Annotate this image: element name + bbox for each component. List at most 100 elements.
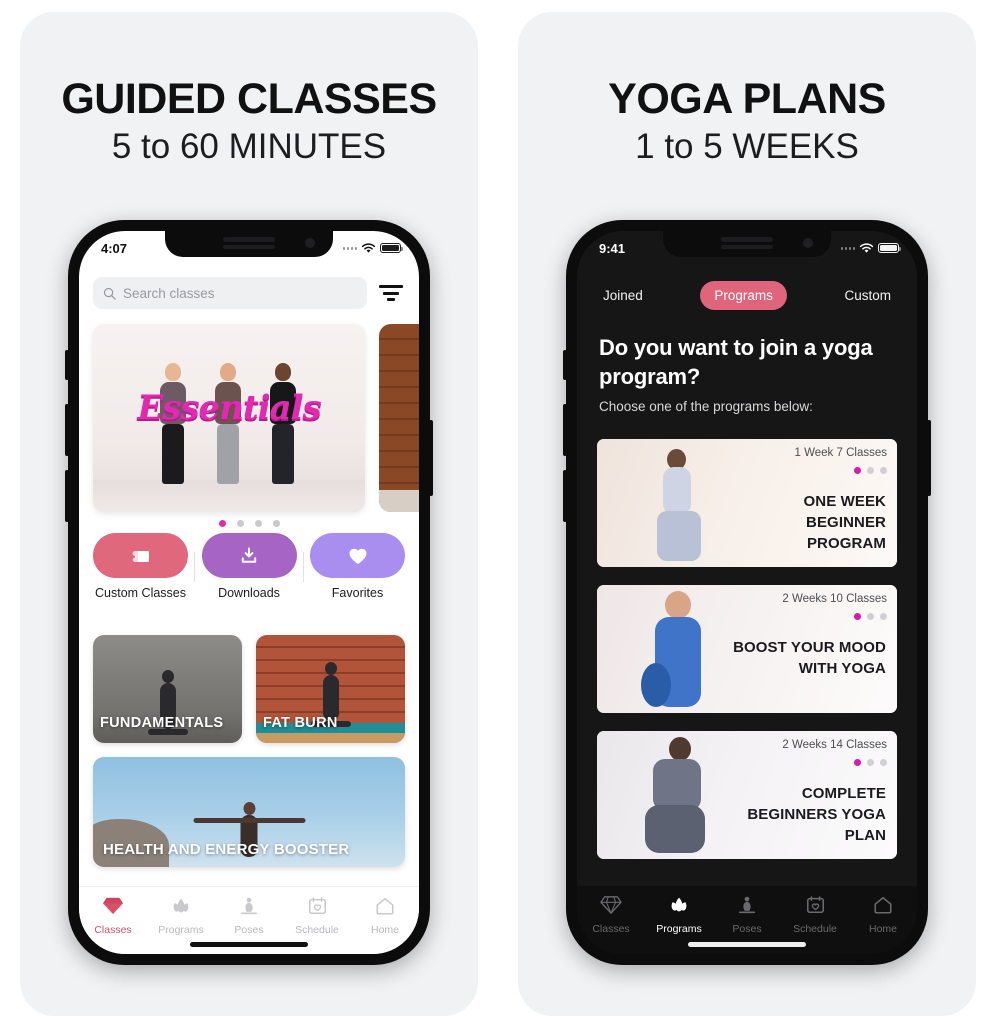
tab-classes[interactable]: Classes <box>79 896 147 936</box>
segment-custom[interactable]: Custom <box>830 281 905 310</box>
download-icon <box>241 547 257 563</box>
segment-programs[interactable]: Programs <box>700 281 787 310</box>
carousel-slide-next-peek[interactable] <box>379 324 419 512</box>
featured-carousel[interactable]: Essentials <box>79 324 419 527</box>
page-dot[interactable] <box>254 520 262 527</box>
program-meta: 2 Weeks 14 Classes <box>782 739 887 751</box>
tab-classes[interactable]: Classes <box>577 895 645 935</box>
tile-caption: FAT BURN <box>263 715 338 731</box>
meditate-icon <box>738 896 756 914</box>
tab-label: Programs <box>656 923 702 935</box>
tab-poses[interactable]: Poses <box>215 896 283 936</box>
status-indicators <box>840 242 901 254</box>
program-card[interactable]: 1 Week 7 Classes ONE WEEK BEGINNER PROGR… <box>597 439 897 567</box>
diamond-icon <box>103 897 123 915</box>
left-tab-bar: Classes Programs Poses Schedule Home <box>79 886 419 954</box>
level-dot <box>880 467 887 474</box>
tile-floor <box>256 733 405 743</box>
custom-classes-button[interactable] <box>93 533 188 578</box>
home-icon <box>874 896 892 914</box>
program-card[interactable]: 2 Weeks 10 Classes BOOST YOUR MOOD WITH … <box>597 585 897 713</box>
earpiece-speaker-line <box>223 245 275 249</box>
tab-home[interactable]: Home <box>351 896 419 936</box>
cellular-signal-icon <box>840 246 855 250</box>
search-placeholder: Search classes <box>123 285 215 301</box>
program-level-dots <box>854 759 887 766</box>
tab-label: Poses <box>234 924 264 936</box>
segment-joined[interactable]: Joined <box>589 281 657 310</box>
level-dot <box>867 759 874 766</box>
page-dot[interactable] <box>218 520 226 527</box>
tab-label: Home <box>868 923 897 935</box>
carousel-page-dots[interactable] <box>79 520 419 527</box>
earpiece-speaker-line <box>721 245 773 249</box>
photo-figure <box>639 585 725 713</box>
carousel-slide-essentials[interactable]: Essentials <box>93 324 365 512</box>
photo-figure <box>639 731 725 859</box>
quick-action-label: Favorites <box>331 586 384 600</box>
class-tile-fat-burn[interactable]: FAT BURN <box>256 635 405 743</box>
class-tile-fundamentals[interactable]: FUNDAMENTALS <box>93 635 242 743</box>
phone-notch <box>165 231 333 257</box>
quick-action-favorites[interactable]: Favorites <box>310 533 405 600</box>
level-dot <box>880 613 887 620</box>
quick-action-downloads[interactable]: Downloads <box>201 533 297 600</box>
level-dot <box>880 759 887 766</box>
quick-action-label: Custom Classes <box>95 586 186 600</box>
tab-label: Classes <box>592 923 630 935</box>
tab-home[interactable]: Home <box>849 895 917 935</box>
left-promo-panel: GUIDED CLASSES 5 to 60 MINUTES 4:07 Sear… <box>20 12 478 1016</box>
lotus-icon <box>173 898 189 913</box>
program-card[interactable]: 2 Weeks 14 Classes COMPLETE BEGINNERS YO… <box>597 731 897 859</box>
quick-actions-row: Custom Classes Downloads Favorites <box>93 533 405 600</box>
segmented-control: Joined Programs Custom <box>589 281 905 310</box>
favorites-button[interactable] <box>310 533 405 578</box>
right-promo-panel: YOGA PLANS 1 to 5 WEEKS 9:41 Joined Prog… <box>518 12 976 1016</box>
tab-schedule[interactable]: Schedule <box>781 895 849 935</box>
level-dot <box>867 613 874 620</box>
divider <box>194 551 196 582</box>
left-headline-line1: GUIDED CLASSES <box>61 75 437 123</box>
filter-icon[interactable] <box>377 285 405 301</box>
mat-icon <box>132 550 149 562</box>
heart-icon <box>349 548 366 564</box>
right-headline: YOGA PLANS 1 to 5 WEEKS <box>518 74 976 170</box>
tab-schedule[interactable]: Schedule <box>283 896 351 936</box>
cellular-signal-icon <box>342 246 357 250</box>
left-headline-line2: 5 to 60 MINUTES <box>111 127 387 166</box>
tab-label: Poses <box>732 923 762 935</box>
search-row: Search classes <box>93 277 405 309</box>
quick-action-custom-classes[interactable]: Custom Classes <box>93 533 188 600</box>
battery-icon <box>380 243 403 253</box>
program-level-dots <box>854 467 887 474</box>
battery-icon <box>878 243 901 253</box>
tab-programs[interactable]: Programs <box>645 895 713 935</box>
right-headline-line2: 1 to 5 WEEKS <box>635 127 859 166</box>
page-dot[interactable] <box>236 520 244 527</box>
phone-volume-down-button <box>65 470 69 522</box>
search-input[interactable]: Search classes <box>93 277 367 309</box>
page-title: Do you want to join a yoga program? <box>599 335 873 389</box>
program-meta: 1 Week 7 Classes <box>794 447 887 459</box>
level-dot <box>854 613 861 620</box>
phone-volume-up-button <box>563 404 567 456</box>
meditate-icon <box>240 897 258 915</box>
phone-volume-down-button <box>563 470 567 522</box>
tab-programs[interactable]: Programs <box>147 896 215 936</box>
search-icon <box>103 287 116 300</box>
wifi-icon <box>859 242 874 253</box>
program-title: BOOST YOUR MOOD WITH YOGA <box>733 639 886 677</box>
program-title: COMPLETE BEGINNERS YOGA PLAN <box>747 785 886 844</box>
page-dot[interactable] <box>272 520 280 527</box>
downloads-button[interactable] <box>201 533 297 578</box>
featured-class-card[interactable]: HEALTH AND ENERGY BOOSTER <box>93 757 405 867</box>
tab-label: Home <box>370 924 399 936</box>
level-dot <box>854 759 861 766</box>
right-phone-screen: 9:41 Joined Programs Custom Do you want … <box>577 231 917 954</box>
program-level-dots <box>854 613 887 620</box>
class-tiles-row: FUNDAMENTALS FAT BURN <box>93 635 405 743</box>
program-list: 1 Week 7 Classes ONE WEEK BEGINNER PROGR… <box>597 439 897 877</box>
calendar-heart-icon <box>806 896 824 914</box>
program-title: ONE WEEK BEGINNER PROGRAM <box>803 493 886 552</box>
tab-poses[interactable]: Poses <box>713 895 781 935</box>
